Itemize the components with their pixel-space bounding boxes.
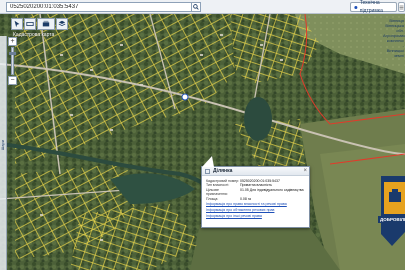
popup-title: Ділянка bbox=[213, 168, 233, 174]
support-button[interactable]: Технічна підтримка bbox=[350, 0, 397, 14]
info-label: Площа: bbox=[206, 196, 219, 201]
layers-icon bbox=[58, 20, 66, 27]
zoom-slider[interactable] bbox=[9, 47, 16, 75]
legend-line: Вінницька обл. bbox=[385, 23, 404, 33]
support-label: Технічна підтримка bbox=[359, 0, 383, 14]
zoom-slider-thumb[interactable] bbox=[9, 52, 16, 55]
ruler-icon bbox=[26, 22, 34, 26]
tool-select[interactable] bbox=[11, 18, 23, 30]
parcel-icon bbox=[205, 168, 210, 174]
badge-label: ДОБРОВІЛЬНА bbox=[378, 216, 405, 223]
tool-layers[interactable] bbox=[56, 18, 68, 30]
map-legend: Вінниця Вінницька обл. Агропромисловий к… bbox=[383, 18, 405, 58]
search-icon bbox=[193, 4, 199, 10]
shield-icon bbox=[381, 176, 405, 246]
cursor-icon bbox=[14, 20, 20, 28]
map-imagery bbox=[0, 14, 405, 270]
printer-icon bbox=[42, 20, 50, 27]
search-input[interactable] bbox=[6, 2, 192, 12]
left-panel-rail[interactable]: Шари bbox=[0, 36, 7, 270]
map-toolbar bbox=[11, 18, 68, 30]
other-rights-link[interactable]: Інформація про інші речові права bbox=[206, 214, 305, 219]
menu-icon bbox=[399, 5, 404, 9]
top-bar: Технічна підтримка bbox=[0, 0, 405, 14]
info-value: 01.05 Для індивідуального садівництва bbox=[240, 187, 304, 192]
info-row: Площа: 0.08 га bbox=[206, 197, 305, 201]
info-label: Цільове призначення: bbox=[206, 187, 228, 197]
promo-badge[interactable]: ДОБРОВІЛЬНА bbox=[378, 176, 405, 246]
popup-body: Кадастровий номер: 0525020200:01:035:543… bbox=[202, 176, 309, 222]
parcel-info-popup: Ділянка × Кадастровий номер: 0525020200:… bbox=[201, 156, 310, 228]
legend-line: комплекс bbox=[386, 38, 404, 43]
tool-measure[interactable] bbox=[24, 18, 36, 30]
breadcrumb: Кадастрова карта bbox=[13, 32, 55, 38]
legend-line: землі bbox=[394, 53, 404, 58]
popup-header: Ділянка bbox=[202, 167, 309, 176]
menu-button[interactable] bbox=[398, 2, 405, 12]
help-icon bbox=[354, 5, 358, 9]
search-button[interactable] bbox=[192, 2, 201, 12]
rail-label: Шари bbox=[0, 140, 5, 151]
close-icon[interactable]: × bbox=[303, 168, 307, 175]
info-row: Цільове призначення: 01.05 Для індивідуа… bbox=[206, 188, 305, 197]
encumbrance-link[interactable]: Інформація про обтяження речових прав bbox=[206, 208, 305, 213]
satellite-map[interactable] bbox=[0, 14, 405, 270]
zoom-out-button[interactable]: − bbox=[8, 76, 17, 85]
popup-pointer bbox=[201, 156, 219, 167]
zoom-in-button[interactable]: + bbox=[8, 37, 17, 46]
info-value: 0.08 га bbox=[240, 196, 251, 201]
zoom-control: + − bbox=[8, 37, 17, 85]
tool-print[interactable] bbox=[37, 18, 55, 30]
ownership-link[interactable]: Інформація про право власності та речові… bbox=[206, 202, 305, 207]
